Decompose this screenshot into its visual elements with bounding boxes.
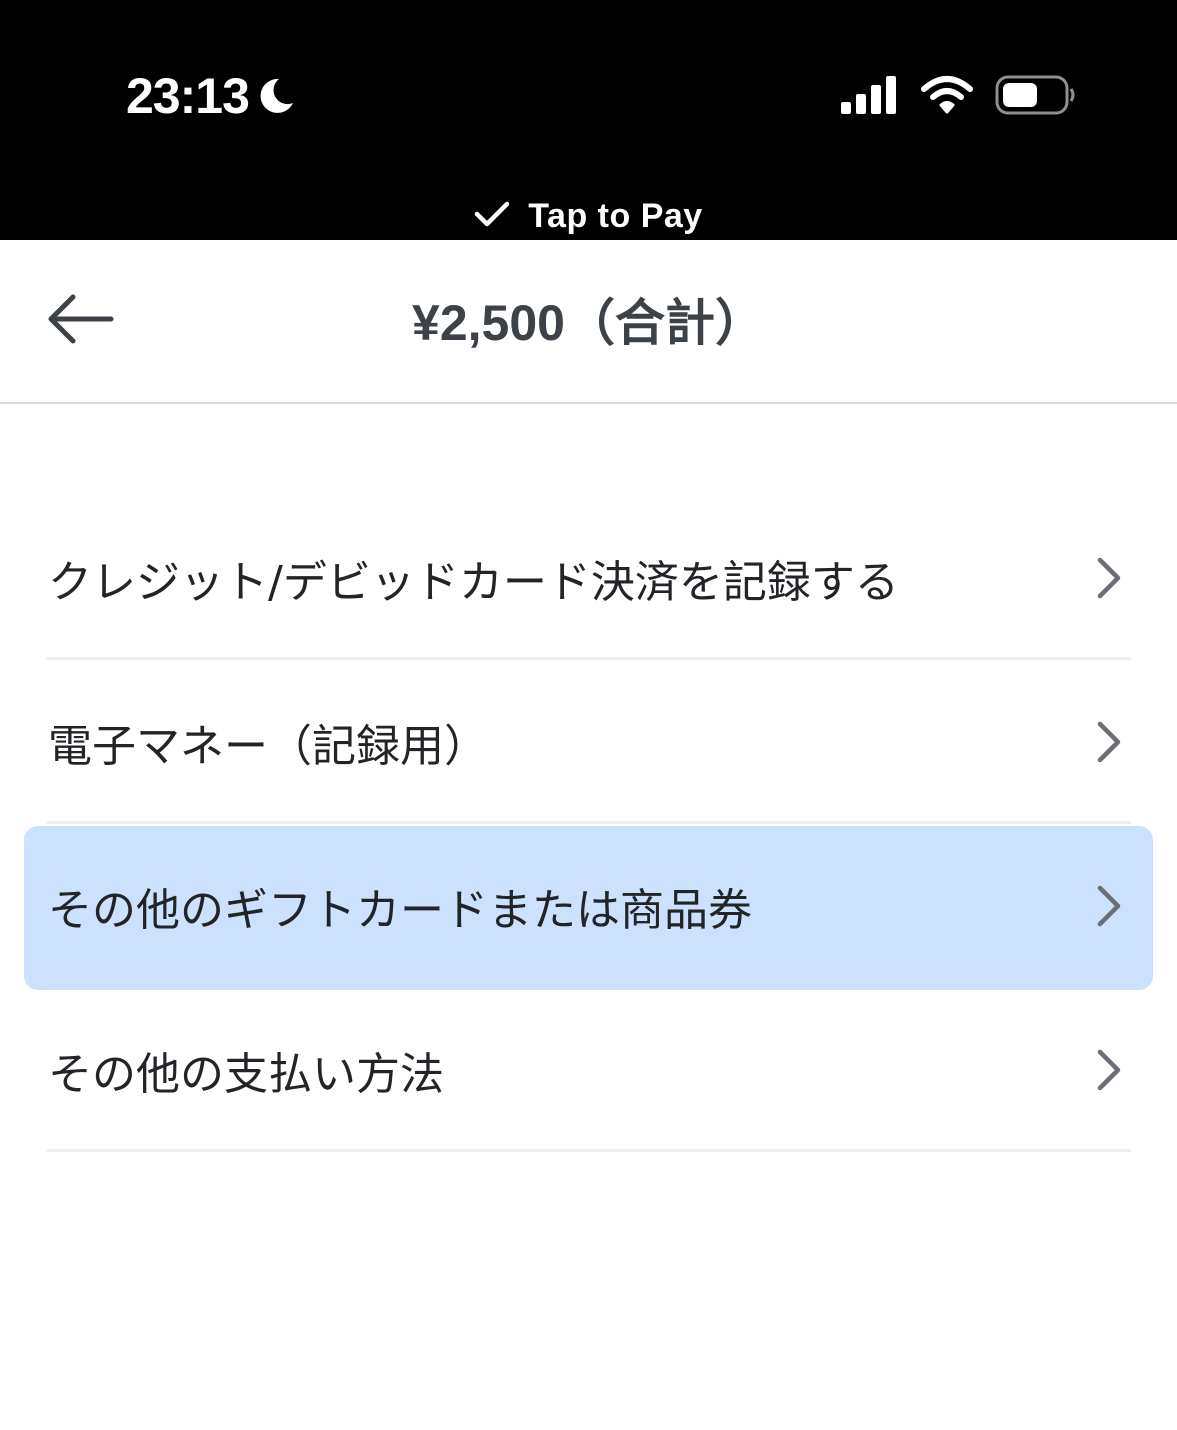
status-time-group: 23:13 <box>126 66 297 126</box>
divider <box>46 1149 1131 1152</box>
menu-item-emoney[interactable]: 電子マネー（記録用） <box>0 660 1177 824</box>
menu-item-other-payment[interactable]: その他の支払い方法 <box>0 988 1177 1152</box>
wifi-icon <box>921 75 973 119</box>
menu-item-label: その他の支払い方法 <box>48 1049 444 1100</box>
cellular-signal-icon <box>841 76 899 118</box>
chevron-right-icon <box>1097 721 1121 763</box>
tap-to-pay-label: Tap to Pay <box>528 196 703 235</box>
page-title: ¥2,500（合計） <box>412 295 765 351</box>
menu-item-label: 電子マネー（記録用） <box>48 721 488 772</box>
moon-icon <box>255 75 297 117</box>
chevron-right-icon <box>1097 557 1121 599</box>
chevron-right-icon <box>1097 885 1121 927</box>
status-bar: 23:13 Tap to Pay <box>0 0 1177 240</box>
battery-icon <box>995 74 1077 120</box>
chevron-right-icon <box>1097 1049 1121 1091</box>
menu-item-label: クレジット/デビッドカード決済を記録する <box>48 557 899 608</box>
menu-item-credit-debit[interactable]: クレジット/デビッドカード決済を記録する <box>0 496 1177 660</box>
tap-to-pay-banner[interactable]: Tap to Pay <box>0 192 1177 240</box>
menu-item-gift-card[interactable]: その他のギフトカードまたは商品券 <box>0 824 1177 990</box>
status-time: 23:13 <box>126 68 250 124</box>
menu-item-label: その他のギフトカードまたは商品券 <box>48 885 752 936</box>
status-indicators <box>841 74 1077 120</box>
payment-method-list: クレジット/デビッドカード決済を記録する 電子マネー（記録用） その他のギフトカ… <box>0 496 1177 1152</box>
header: ¥2,500（合計） <box>0 240 1177 404</box>
checkmark-icon <box>474 200 510 232</box>
